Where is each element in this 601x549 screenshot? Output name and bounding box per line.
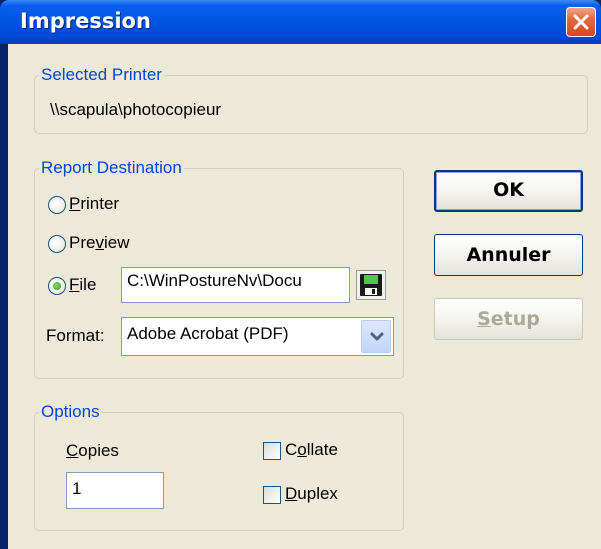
copies-input[interactable]: 1 bbox=[66, 472, 164, 509]
print-dialog: Impression Selected Printer \\scapula\ph… bbox=[0, 0, 601, 549]
dialog-body: Selected Printer \\scapula\photocopieur … bbox=[8, 44, 601, 549]
radio-file-label[interactable]: File bbox=[69, 275, 96, 295]
window-title: Impression bbox=[20, 9, 151, 33]
options-group: Options bbox=[34, 403, 404, 531]
format-select[interactable]: Adobe Acrobat (PDF) bbox=[121, 317, 394, 356]
options-legend: Options bbox=[41, 402, 100, 421]
file-path-input[interactable]: C:\WinPostureNv\Docu bbox=[121, 267, 350, 303]
format-dropdown-button[interactable] bbox=[361, 320, 391, 353]
selected-printer-legend: Selected Printer bbox=[41, 65, 162, 84]
setup-button[interactable]: Setup bbox=[434, 298, 583, 340]
duplex-label[interactable]: Duplex bbox=[285, 484, 338, 504]
title-bar[interactable]: Impression bbox=[0, 0, 601, 44]
duplex-checkbox[interactable] bbox=[263, 486, 281, 504]
radio-preview-label[interactable]: Preview bbox=[69, 233, 129, 253]
cancel-button[interactable]: Annuler bbox=[434, 234, 583, 276]
radio-printer-label[interactable]: Printer bbox=[69, 194, 119, 214]
copies-label: Copies bbox=[66, 441, 119, 460]
selected-printer-name: \\scapula\photocopieur bbox=[50, 100, 222, 119]
format-label: Format: bbox=[46, 326, 105, 345]
radio-printer[interactable] bbox=[48, 196, 66, 214]
collate-label[interactable]: Collate bbox=[285, 440, 338, 460]
report-destination-legend: Report Destination bbox=[41, 158, 182, 177]
radio-file[interactable] bbox=[48, 277, 66, 295]
chevron-down-icon bbox=[370, 332, 384, 341]
radio-preview[interactable] bbox=[48, 235, 66, 253]
browse-file-button[interactable] bbox=[356, 270, 386, 300]
close-button[interactable] bbox=[566, 7, 596, 37]
collate-checkbox[interactable] bbox=[263, 442, 281, 460]
format-select-value: Adobe Acrobat (PDF) bbox=[127, 324, 289, 343]
close-icon bbox=[573, 14, 589, 30]
ok-button[interactable]: OK bbox=[434, 170, 583, 212]
floppy-disk-icon bbox=[360, 274, 382, 296]
